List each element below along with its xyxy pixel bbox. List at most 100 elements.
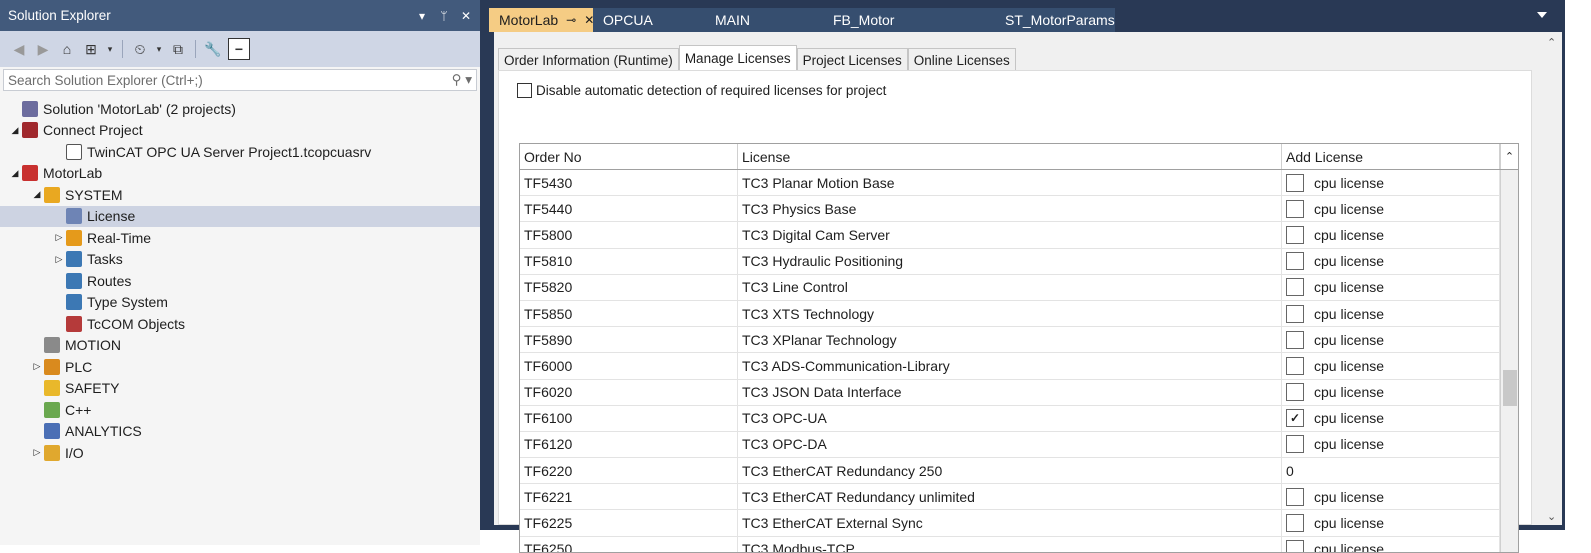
tree-node[interactable]: ◢ MotorLab <box>0 163 480 185</box>
table-row[interactable]: TF5890 TC3 XPlanar Technology cpu license <box>520 327 1518 354</box>
tree-node[interactable]: ▷ Tasks <box>0 249 480 271</box>
collapsed-arrow-icon[interactable]: ▷ <box>30 447 44 458</box>
cell-add-license[interactable]: cpu license <box>1282 510 1500 536</box>
preview-selected-icon[interactable]: − <box>228 38 250 60</box>
tree-node[interactable]: Type System <box>0 292 480 314</box>
tree-node[interactable]: SAFETY <box>0 378 480 400</box>
table-row[interactable]: TF5820 TC3 Line Control cpu license <box>520 274 1518 301</box>
add-license-checkbox[interactable]: ✓ <box>1286 409 1304 428</box>
grid-scrollbar[interactable] <box>1500 170 1518 552</box>
pin-icon[interactable]: ⊸ <box>566 13 576 27</box>
tab-fb-motor[interactable]: FB_Motor <box>823 8 995 32</box>
tree-node[interactable]: ◢ Connect Project <box>0 120 480 142</box>
chevron-down-icon[interactable]: ▾ <box>155 39 163 59</box>
search-icon[interactable]: ⚲ ▾ <box>452 72 472 88</box>
cell-add-license[interactable]: ✓ cpu license <box>1282 405 1500 431</box>
collapsed-arrow-icon[interactable]: ▷ <box>52 232 66 243</box>
subtab-order-information[interactable]: Order Information (Runtime) <box>498 48 679 71</box>
table-row[interactable]: TF6020 TC3 JSON Data Interface cpu license <box>520 379 1518 406</box>
tree-node[interactable]: TcCOM Objects <box>0 313 480 335</box>
expanded-arrow-icon[interactable]: ◢ <box>8 125 22 136</box>
tree-node[interactable]: ▷ I/O <box>0 442 480 464</box>
add-license-checkbox[interactable] <box>1286 225 1304 244</box>
pending-changes-filter-icon[interactable]: ⏲ <box>131 39 149 59</box>
add-license-checkbox[interactable] <box>1286 330 1304 349</box>
header-add-license[interactable]: Add License <box>1282 144 1500 169</box>
collapsed-arrow-icon[interactable]: ▷ <box>30 361 44 372</box>
subtab-project-licenses[interactable]: Project Licenses <box>796 48 908 71</box>
grid-scrollbar-thumb[interactable] <box>1503 370 1517 406</box>
table-row[interactable]: TF5800 TC3 Digital Cam Server cpu license <box>520 222 1518 249</box>
tab-st-motorparams[interactable]: ST_MotorParams <box>995 8 1115 32</box>
cell-add-license[interactable]: 0 <box>1282 458 1500 484</box>
add-license-checkbox[interactable] <box>1286 199 1304 218</box>
collapse-all-icon[interactable]: ⧉ <box>169 39 187 59</box>
properties-wrench-icon[interactable]: 🔧 <box>204 39 222 59</box>
add-license-checkbox[interactable] <box>1286 304 1304 323</box>
chevron-down-icon[interactable]: ▾ <box>106 39 114 59</box>
add-license-checkbox[interactable] <box>1286 487 1304 506</box>
header-order-no[interactable]: Order No <box>520 144 738 169</box>
panel-scrollbar[interactable]: ⌃ ⌄ <box>1544 32 1562 525</box>
cell-add-license[interactable]: cpu license <box>1282 274 1500 300</box>
add-license-checkbox[interactable] <box>1286 435 1304 454</box>
table-row[interactable]: TF5850 TC3 XTS Technology cpu license <box>520 300 1518 328</box>
table-row[interactable]: TF6120 TC3 OPC-DA cpu license <box>520 431 1518 459</box>
tab-motorlab[interactable]: MotorLab ⊸ ✕ <box>489 8 594 32</box>
close-icon[interactable]: ✕ <box>460 9 472 23</box>
table-row[interactable]: TF6225 TC3 EtherCAT External Sync cpu lice… <box>520 510 1518 537</box>
table-row[interactable]: TF6220 TC3 EtherCAT Redundancy 250 0 <box>520 458 1518 485</box>
cell-add-license[interactable]: cpu license <box>1282 484 1500 510</box>
home-icon[interactable]: ⌂ <box>58 39 76 59</box>
subtab-online-licenses[interactable]: Online Licenses <box>907 48 1016 71</box>
table-row[interactable]: TF6100 TC3 OPC-UA ✓ cpu license <box>520 405 1518 432</box>
tree-node[interactable]: MOTION <box>0 335 480 357</box>
scroll-down-icon[interactable]: ⌄ <box>1547 510 1556 523</box>
add-license-checkbox[interactable] <box>1286 540 1304 552</box>
cell-add-license[interactable]: cpu license <box>1282 248 1500 274</box>
table-row[interactable]: TF6000 TC3 ADS-Communication-Library cpu l… <box>520 353 1518 380</box>
add-license-checkbox[interactable] <box>1286 514 1304 533</box>
switch-views-icon[interactable]: ⊞ <box>82 39 100 59</box>
add-license-checkbox[interactable] <box>1286 356 1304 375</box>
search-solution-explorer-input[interactable]: Search Solution Explorer (Ctrl+;) ⚲ ▾ <box>3 69 477 91</box>
pin-icon[interactable]: ᛘ <box>438 9 450 23</box>
tree-node[interactable]: Solution 'MotorLab' (2 projects) <box>0 98 480 120</box>
scroll-up-icon[interactable]: ⌃ <box>1500 144 1518 169</box>
cell-add-license[interactable]: cpu license <box>1282 431 1500 458</box>
tree-node[interactable]: ▷ Real-Time <box>0 227 480 249</box>
tab-list-dropdown-icon[interactable] <box>1537 12 1547 18</box>
tree-node[interactable]: Routes <box>0 270 480 292</box>
scroll-up-icon[interactable]: ⌃ <box>1547 36 1556 49</box>
cell-add-license[interactable]: cpu license <box>1282 222 1500 248</box>
add-license-checkbox[interactable] <box>1286 383 1304 402</box>
subtab-manage-licenses[interactable]: Manage Licenses <box>678 45 797 71</box>
cell-add-license[interactable]: cpu license <box>1282 327 1500 353</box>
expanded-arrow-icon[interactable]: ◢ <box>8 168 22 179</box>
table-row[interactable]: TF6221 TC3 EtherCAT Redundancy unlimited c… <box>520 484 1518 511</box>
table-row[interactable]: TF5430 TC3 Planar Motion Base cpu license <box>520 170 1518 197</box>
table-row[interactable]: TF5810 TC3 Hydraulic Positioning cpu licen… <box>520 248 1518 275</box>
cell-add-license[interactable]: cpu license <box>1282 170 1500 196</box>
forward-icon[interactable]: ▶ <box>34 39 52 59</box>
dropdown-icon[interactable]: ▾ <box>416 9 428 23</box>
tree-node[interactable]: ▷ PLC <box>0 356 480 378</box>
disable-detection-checkbox[interactable] <box>517 83 532 98</box>
table-row[interactable]: TF5440 TC3 Physics Base cpu license <box>520 196 1518 223</box>
tree-node[interactable]: ◢ SYSTEM <box>0 184 480 206</box>
add-license-checkbox[interactable] <box>1286 173 1304 192</box>
back-icon[interactable]: ◀ <box>10 39 28 59</box>
tree-node[interactable]: TwinCAT OPC UA Server Project1.tcopcuasr… <box>0 141 480 163</box>
add-license-checkbox[interactable] <box>1286 278 1304 297</box>
tab-opcua[interactable]: OPCUA <box>593 8 705 32</box>
cell-add-license[interactable]: cpu license <box>1282 379 1500 405</box>
tab-main[interactable]: MAIN <box>705 8 823 32</box>
cell-add-license[interactable]: cpu license <box>1282 196 1500 222</box>
add-license-checkbox[interactable] <box>1286 252 1304 271</box>
tree-node[interactable]: C++ <box>0 399 480 421</box>
tree-node[interactable]: License <box>0 205 480 227</box>
cell-add-license[interactable]: cpu license <box>1282 353 1500 379</box>
tree-node[interactable]: ANALYTICS <box>0 421 480 443</box>
expanded-arrow-icon[interactable]: ◢ <box>30 189 44 200</box>
header-license[interactable]: License <box>738 144 1282 169</box>
